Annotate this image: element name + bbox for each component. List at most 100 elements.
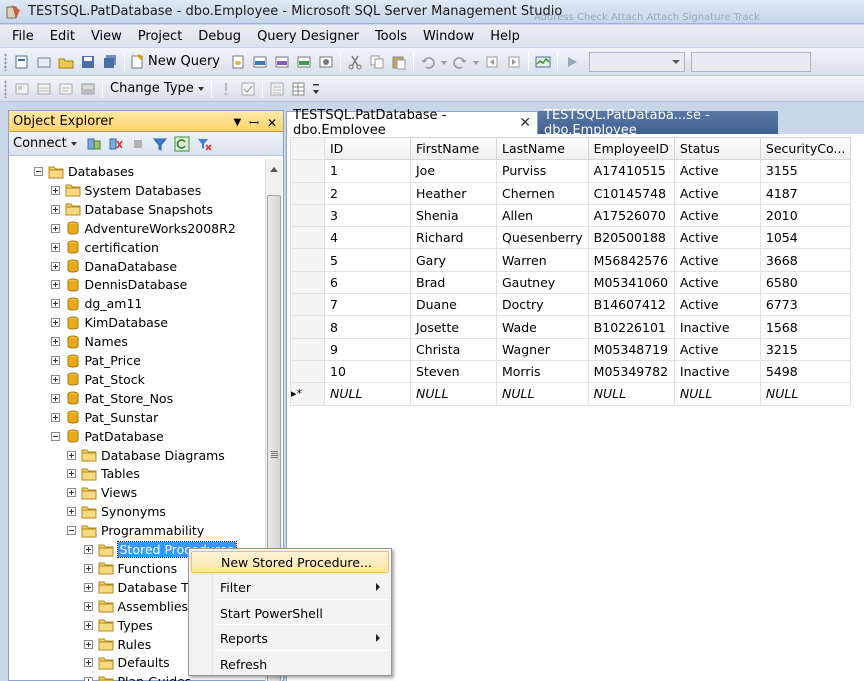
menu-edit[interactable]: Edit	[42, 29, 83, 44]
expand-plus-icon[interactable]	[50, 412, 60, 422]
tree-node-label[interactable]: Programmability	[101, 523, 204, 538]
tree-node[interactable]: DennisDatabase	[50, 275, 188, 294]
expand-plus-icon[interactable]	[83, 639, 93, 649]
menu-view[interactable]: View	[83, 29, 130, 44]
tree-node[interactable]: Rules	[83, 635, 152, 654]
collapse-minus-icon[interactable]	[67, 526, 76, 536]
grid-cell[interactable]: Gautney	[496, 270, 589, 295]
grid-cell[interactable]: A17410515	[587, 159, 675, 183]
tree-node-label[interactable]: Pat_Store_Nos	[85, 391, 174, 406]
tree-node-label[interactable]: Pat_Sunstar	[85, 410, 159, 425]
grid-cell[interactable]: Wade	[496, 315, 589, 339]
grid-cell[interactable]: Richard	[410, 226, 497, 250]
toolbar-options-icon[interactable]	[311, 79, 321, 99]
table-row[interactable]: 3 Shenia Allen A17526070 Active 2010	[290, 203, 852, 228]
table-row[interactable]: 6 Brad Gautney M05341060 Active 6580	[290, 270, 852, 295]
show-diagram-pane-icon[interactable]	[12, 79, 32, 99]
column-header-securitycode[interactable]: SecurityCo...	[759, 136, 852, 161]
filter-icon[interactable]	[150, 134, 170, 154]
close-tab-icon[interactable]: ✕	[519, 115, 531, 131]
collapse-minus-icon[interactable]	[50, 431, 60, 441]
add-item-icon[interactable]	[34, 52, 54, 72]
grid-cell[interactable]: 2010	[759, 203, 852, 228]
close-panel-icon[interactable]: ✕	[267, 116, 277, 130]
redo-icon[interactable]	[450, 52, 470, 72]
new-project-icon[interactable]	[12, 52, 32, 72]
column-header-firstname[interactable]: FirstName	[410, 136, 497, 161]
grid-cell[interactable]: M05349782	[587, 359, 675, 384]
menu-window[interactable]: Window	[415, 29, 482, 44]
tree-node[interactable]: certification	[50, 238, 159, 257]
grid-cell-null[interactable]: NULL	[496, 382, 589, 406]
grid-cell[interactable]: Allen	[496, 203, 589, 228]
grid-cell-null[interactable]: NULL	[324, 382, 411, 406]
row-selector[interactable]	[290, 337, 325, 361]
row-selector[interactable]	[290, 270, 325, 295]
scroll-up-arrow-icon[interactable]	[270, 167, 278, 172]
grid-cell[interactable]: B14607412	[587, 293, 675, 317]
expand-plus-icon[interactable]	[83, 658, 93, 668]
expand-plus-icon[interactable]	[50, 318, 60, 328]
expand-plus-icon[interactable]	[83, 601, 93, 611]
expand-plus-icon[interactable]	[50, 185, 60, 195]
grid-cell-null[interactable]: NULL	[587, 382, 675, 406]
save-icon[interactable]	[78, 52, 98, 72]
expand-plus-icon[interactable]	[83, 582, 93, 592]
grid-cell[interactable]: 9	[324, 337, 411, 361]
execute-sql-icon[interactable]	[216, 79, 236, 99]
tree-node[interactable]: Database Diagrams	[67, 446, 225, 465]
show-criteria-pane-icon[interactable]	[34, 79, 54, 99]
expand-plus-icon[interactable]	[67, 469, 76, 479]
grid-cell[interactable]: Duane	[410, 293, 497, 317]
tree-node[interactable]: Names	[50, 332, 128, 351]
column-header-lastname[interactable]: LastName	[496, 136, 589, 161]
tree-node-label[interactable]: KimDatabase	[85, 315, 169, 330]
tree-node-label[interactable]: DennisDatabase	[85, 277, 188, 292]
refresh-icon[interactable]	[172, 134, 192, 154]
grid-cell[interactable]: 3215	[759, 337, 852, 361]
tree-node[interactable]: Synonyms	[67, 502, 166, 521]
grid-cell[interactable]: 4	[324, 226, 411, 250]
tree-node-label[interactable]: Functions	[118, 561, 178, 576]
context-menu-item[interactable]: New Stored Procedure...	[191, 551, 389, 573]
row-selector[interactable]	[290, 293, 325, 317]
grid-cell[interactable]: Active	[673, 181, 761, 205]
tree-node[interactable]: Databases	[34, 162, 134, 181]
expand-plus-icon[interactable]	[50, 337, 60, 347]
activity-monitor-icon[interactable]	[533, 52, 553, 72]
grid-cell[interactable]: Josette	[410, 315, 497, 339]
grid-cell[interactable]: 4187	[759, 181, 852, 205]
grid-cell[interactable]: Active	[673, 159, 761, 183]
expand-plus-icon[interactable]	[67, 450, 76, 460]
grid-cell[interactable]: Steven	[410, 359, 497, 384]
grid-corner-cell[interactable]	[290, 136, 325, 161]
pin-icon[interactable]: ꟷ	[249, 114, 259, 131]
expand-plus-icon[interactable]	[83, 620, 93, 630]
tree-node-label[interactable]: Names	[85, 334, 128, 349]
analysis-query-dmx-icon[interactable]	[272, 52, 292, 72]
tree-node-label[interactable]: Database Diagrams	[101, 448, 225, 463]
row-selector[interactable]	[290, 203, 325, 228]
copy-icon[interactable]	[367, 52, 387, 72]
grid-cell[interactable]: B20500188	[587, 226, 675, 250]
grid-cell[interactable]: C10145748	[587, 181, 675, 205]
navigate-backward-icon[interactable]	[482, 52, 502, 72]
menu-debug[interactable]: Debug	[190, 29, 249, 44]
remove-filter-icon[interactable]	[194, 134, 214, 154]
grid-cell-null[interactable]: NULL	[410, 382, 497, 406]
grid-cell[interactable]: 5	[324, 248, 411, 272]
grid-cell[interactable]: Wagner	[496, 337, 589, 361]
show-sql-pane-icon[interactable]	[56, 79, 76, 99]
tree-node[interactable]: Pat_Stock	[50, 370, 145, 389]
new-query-icon[interactable]: New Query	[129, 52, 226, 72]
tree-node[interactable]: Pat_Store_Nos	[50, 389, 174, 408]
tree-node-label[interactable]: Rules	[118, 637, 152, 652]
tree-node[interactable]: Pat_Price	[50, 351, 141, 370]
tree-node[interactable]: PatDatabase	[50, 427, 164, 446]
save-all-icon[interactable]	[100, 52, 120, 72]
ssms-app-icon[interactable]	[6, 4, 22, 20]
analysis-query-xmla-icon[interactable]	[294, 52, 314, 72]
menu-project[interactable]: Project	[130, 29, 190, 44]
grid-cell[interactable]: Active	[673, 293, 761, 317]
column-header-id[interactable]: ID	[324, 136, 411, 161]
